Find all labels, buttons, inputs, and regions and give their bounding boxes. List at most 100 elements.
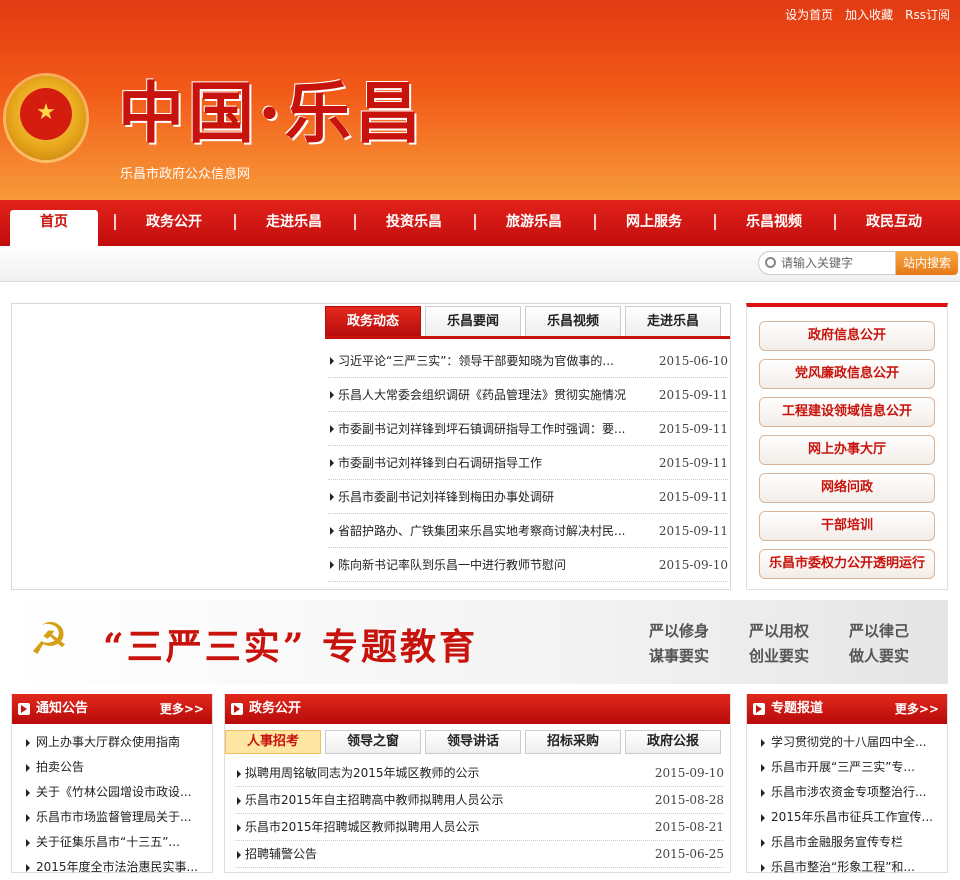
header: 设为首页 加入收藏 Rss订阅 ★ 中国·乐昌 乐昌市政府公众信息网	[0, 0, 960, 200]
special-report-panel: 专题报道 更多>> 学习贯彻党的十八届四中全... 乐昌市开展“三严三实”专..…	[746, 694, 948, 874]
item-title[interactable]: 乐昌市2015年招聘城区教师拟聘用人员公示	[235, 814, 480, 840]
news-title[interactable]: 市委副书记刘祥锋到白石调研指导工作	[328, 446, 638, 479]
gov-affairs-tabs: 人事招考 领导之窗 领导讲话 招标采购 政府公报	[225, 724, 730, 754]
list-item[interactable]: 乐昌市整治“形象工程”和...	[759, 855, 947, 880]
notice-more-link[interactable]: 更多>>	[160, 694, 204, 724]
list-item[interactable]: 网上办事大厅群众使用指南	[24, 730, 212, 755]
national-emblem-icon: ★	[6, 76, 86, 160]
gov-affairs-title: 政务公开	[249, 701, 302, 716]
nav-item-about[interactable]: 走进乐昌	[234, 200, 354, 246]
item-date: 2015-08-21	[654, 820, 724, 834]
special-report-list: 学习贯彻党的十八届四中全... 乐昌市开展“三严三实”专... 乐昌市涉农资金专…	[747, 724, 947, 880]
banner-slogan: 严以修身	[649, 622, 710, 640]
news-list: 习近平论“三严三实”：领导干部要知晓为官做事的... 2015-06-10 乐昌人…	[328, 344, 728, 582]
gov-affairs-icon	[231, 703, 243, 715]
banner-slogan: 严以用权	[749, 622, 810, 640]
list-item[interactable]: 乐昌市市场监督管理局关于...	[24, 805, 212, 830]
notice-panel: 通知公告 更多>> 网上办事大厅群众使用指南 拍卖公告 关于《竹林公园增设市政设…	[11, 694, 213, 874]
list-item: 省韶护路办、广铁集团来乐昌实地考察商讨解决村民... 2015-09-11	[328, 514, 728, 548]
site-name: 乐昌市政府公众信息网	[120, 167, 251, 182]
news-title[interactable]: 习近平论“三严三实”：领导干部要知晓为官做事的...	[328, 344, 638, 377]
list-item[interactable]: 关于《竹林公园增设市政设...	[24, 780, 212, 805]
news-title[interactable]: 乐昌市委副书记刘祥锋到梅田办事处调研	[328, 480, 638, 513]
tab-gazette[interactable]: 政府公报	[625, 730, 721, 754]
news-section: 政务动态 乐昌要闻 乐昌视频 走进乐昌 习近平论“三严三实”：领导干部要知晓为官…	[11, 303, 731, 590]
banner-slogan: 做人要实	[849, 647, 910, 665]
quick-link-gov-info[interactable]: 政府信息公开	[759, 321, 935, 351]
gov-affairs-header: 政务公开	[225, 694, 730, 724]
gov-affairs-panel: 政务公开 人事招考 领导之窗 领导讲话 招标采购 政府公报 拟聘用周铭敏同志为2…	[224, 694, 731, 873]
quick-link-online-inquiry[interactable]: 网络问政	[759, 473, 935, 503]
search-icon	[765, 257, 776, 268]
news-date: 2015-09-11	[658, 456, 728, 470]
list-item[interactable]: 2015年度全市法治惠民实事...	[24, 855, 212, 880]
banner-title: “三严三实” 专题教育	[103, 626, 478, 668]
list-item: 拟聘用周铭敏同志为2015年城区教师的公示 2015-09-10	[235, 760, 724, 787]
nav-item-interaction[interactable]: 政民互动	[834, 200, 954, 246]
quick-links-panel: 政府信息公开 党风廉政信息公开 工程建设领域信息公开 网上办事大厅 网络问政 干…	[746, 303, 948, 590]
banner-slogan: 严以律己	[849, 622, 910, 640]
nav-item-tourism[interactable]: 旅游乐昌	[474, 200, 594, 246]
special-more-link[interactable]: 更多>>	[895, 694, 939, 724]
news-title[interactable]: 市委副书记刘祥锋到坪石镇调研指导工作时强调：要...	[328, 412, 638, 445]
special-report-title: 专题报道	[771, 701, 824, 716]
list-item[interactable]: 乐昌市涉农资金专项整治行...	[759, 780, 947, 805]
tab-local-news[interactable]: 乐昌要闻	[425, 306, 521, 336]
news-title[interactable]: 陈向新书记率队到乐昌一中进行教师节慰问	[328, 548, 638, 581]
notice-list: 网上办事大厅群众使用指南 拍卖公告 关于《竹林公园增设市政设... 乐昌市市场监…	[12, 724, 212, 880]
quick-link-power-transparency[interactable]: 乐昌市委权力公开透明运行	[759, 549, 935, 579]
news-date: 2015-09-10	[658, 558, 728, 572]
list-item[interactable]: 拍卖公告	[24, 755, 212, 780]
list-item[interactable]: 关于征集乐昌市“十三五”...	[24, 830, 212, 855]
search-placeholder: 请输入关键字	[781, 256, 854, 270]
news-date: 2015-09-11	[658, 422, 728, 436]
tab-video[interactable]: 乐昌视频	[525, 306, 621, 336]
tab-procurement[interactable]: 招标采购	[525, 730, 621, 754]
nav-item-video[interactable]: 乐昌视频	[714, 200, 834, 246]
news-title[interactable]: 省韶护路办、广铁集团来乐昌实地考察商讨解决村民...	[328, 514, 638, 547]
item-date: 2015-09-10	[654, 766, 724, 780]
set-homepage-link[interactable]: 设为首页	[785, 6, 833, 23]
banner-slogans: 严以修身 严以用权 严以律己 谋事要实 创业要实 做人要实	[649, 620, 948, 666]
quick-link-cadre-training[interactable]: 干部培训	[759, 511, 935, 541]
list-item[interactable]: 学习贯彻党的十八届四中全...	[759, 730, 947, 755]
tab-speeches[interactable]: 领导讲话	[425, 730, 521, 754]
news-date: 2015-09-11	[658, 388, 728, 402]
item-title[interactable]: 招聘辅警公告	[235, 841, 317, 867]
item-date: 2015-08-28	[654, 793, 724, 807]
gov-affairs-list: 拟聘用周铭敏同志为2015年城区教师的公示 2015-09-10 乐昌市2015年…	[225, 754, 730, 868]
quick-link-party-integrity[interactable]: 党风廉政信息公开	[759, 359, 935, 389]
list-item[interactable]: 乐昌市金融服务宣传专栏	[759, 830, 947, 855]
search-bar: 请输入关键字 站内搜索	[0, 246, 960, 282]
rss-link[interactable]: Rss订阅	[905, 6, 950, 23]
nav-item-home[interactable]: 首页	[10, 210, 98, 246]
quick-link-construction-info[interactable]: 工程建设领域信息公开	[759, 397, 935, 427]
news-date: 2015-09-11	[658, 490, 728, 504]
banner-slogan: 谋事要实	[649, 647, 710, 665]
site-search-button[interactable]: 站内搜索	[896, 251, 958, 275]
special-topic-banner[interactable]: ☭ “三严三实” 专题教育 严以修身 严以用权 严以律己 谋事要实 创业要实 做…	[11, 600, 948, 684]
search-input[interactable]: 请输入关键字	[758, 251, 896, 275]
nav-item-invest[interactable]: 投资乐昌	[354, 200, 474, 246]
special-report-icon	[753, 703, 765, 715]
news-date: 2015-09-11	[658, 524, 728, 538]
nav-item-gov-affairs[interactable]: 政务公开	[114, 200, 234, 246]
nav-item-online-service[interactable]: 网上服务	[594, 200, 714, 246]
tab-recruitment[interactable]: 人事招考	[225, 730, 321, 754]
add-favorite-link[interactable]: 加入收藏	[845, 6, 893, 23]
news-date: 2015-06-10	[658, 354, 728, 368]
news-title[interactable]: 乐昌人大常委会组织调研《药品管理法》贯彻实施情况	[328, 378, 638, 411]
tab-leaders[interactable]: 领导之窗	[325, 730, 421, 754]
list-item[interactable]: 2015年乐昌市征兵工作宣传...	[759, 805, 947, 830]
list-item: 乐昌市2015年招聘城区教师拟聘用人员公示 2015-08-21	[235, 814, 724, 841]
list-item: 乐昌人大常委会组织调研《药品管理法》贯彻实施情况 2015-09-11	[328, 378, 728, 412]
notice-icon	[18, 703, 30, 715]
item-title[interactable]: 乐昌市2015年自主招聘高中教师拟聘用人员公示	[235, 787, 504, 813]
quick-link-online-hall[interactable]: 网上办事大厅	[759, 435, 935, 465]
banner-slogan: 创业要实	[749, 647, 810, 665]
item-title[interactable]: 拟聘用周铭敏同志为2015年城区教师的公示	[235, 760, 480, 786]
list-item: 乐昌市委副书记刘祥锋到梅田办事处调研 2015-09-11	[328, 480, 728, 514]
tab-gov-news[interactable]: 政务动态	[325, 306, 421, 336]
tab-about[interactable]: 走进乐昌	[625, 306, 721, 336]
list-item[interactable]: 乐昌市开展“三严三实”专...	[759, 755, 947, 780]
